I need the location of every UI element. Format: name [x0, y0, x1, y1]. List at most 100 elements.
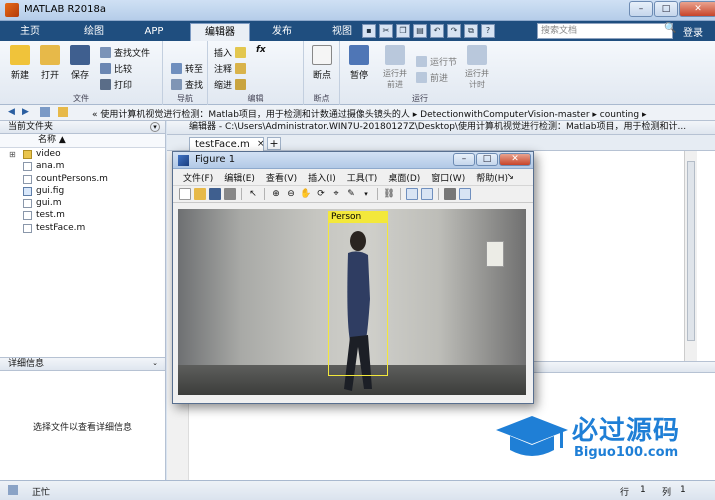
run-and-advance-button[interactable]: 运行并 前进: [380, 45, 410, 90]
fig-file-icon: [23, 186, 32, 196]
find-button[interactable]: 查找: [171, 78, 203, 91]
figure-title-bar[interactable]: Figure 1 – □ ✕: [173, 152, 533, 169]
print-button[interactable]: 打印: [100, 78, 132, 91]
menu-insert[interactable]: 插入(I): [308, 171, 336, 184]
brush-dropdown-icon[interactable]: ▾: [360, 188, 372, 200]
column-header-name[interactable]: 名称 ▲: [0, 134, 165, 148]
print-figure-icon[interactable]: [224, 188, 236, 200]
minimize-button[interactable]: –: [629, 1, 653, 17]
menu-help[interactable]: 帮助(H): [476, 171, 508, 184]
brush-icon[interactable]: ✎: [345, 188, 357, 200]
status-icon: [8, 485, 18, 495]
run-and-time-button[interactable]: 运行并 计时: [462, 45, 492, 90]
list-item[interactable]: testFace.m: [0, 222, 165, 234]
browse-folder-icon[interactable]: [58, 107, 68, 117]
rotate-icon[interactable]: ⟳: [315, 188, 327, 200]
menu-edit[interactable]: 编辑(E): [224, 171, 255, 184]
add-tab-button[interactable]: +: [267, 137, 281, 150]
current-folder-panel: 当前文件夹 ▾ 名称 ▲ ⊞ video ana.m countPersons.m…: [0, 121, 166, 357]
pointer-icon[interactable]: ↖: [247, 188, 259, 200]
pause-button[interactable]: 暂停: [346, 45, 372, 81]
tab-plots[interactable]: 绘图: [70, 23, 118, 41]
tab-view[interactable]: 视图: [316, 23, 368, 41]
status-bar: 正忙 行 1 列 1: [0, 480, 715, 500]
link-plot-icon[interactable]: ⛓: [383, 188, 395, 200]
save-button[interactable]: 保存: [67, 45, 93, 81]
copy-icon[interactable]: ❐: [396, 24, 410, 38]
close-button[interactable]: ✕: [679, 1, 715, 17]
colorbar-icon[interactable]: [406, 188, 418, 200]
menu-file[interactable]: 文件(F): [183, 171, 213, 184]
figure-minimize-button[interactable]: –: [453, 153, 475, 166]
pan-icon[interactable]: ✋: [300, 188, 312, 200]
tab-testface[interactable]: testFace.m ×: [189, 137, 265, 151]
list-item[interactable]: test.m: [0, 209, 165, 221]
close-tab-icon[interactable]: ×: [257, 138, 265, 151]
collapse-icon[interactable]: ⌄: [150, 359, 160, 369]
indent-button[interactable]: 缩进: [214, 78, 247, 91]
run-section-button[interactable]: 运行节: [416, 55, 457, 68]
new-button[interactable]: 新建: [7, 45, 33, 81]
toolbar-separator: [241, 188, 242, 200]
editor-scrollbar[interactable]: [684, 151, 697, 361]
current-folder-path[interactable]: « 使用计算机视觉进行检测：Matlab项目，用于检测和计数通过摄像头镜头的人 …: [92, 107, 646, 120]
maximize-button[interactable]: □: [654, 1, 678, 17]
figure-close-button[interactable]: ✕: [499, 153, 531, 166]
advance-button[interactable]: 前进: [416, 71, 448, 84]
new-figure-icon[interactable]: [179, 188, 191, 200]
toolbar-separator: [400, 188, 401, 200]
list-item[interactable]: ana.m: [0, 160, 165, 172]
goto-button[interactable]: 转至: [171, 62, 203, 75]
tab-apps[interactable]: APP: [130, 23, 178, 41]
back-button[interactable]: ◀: [8, 107, 15, 117]
compare-button[interactable]: 比较: [100, 62, 132, 75]
tab-home[interactable]: 主页: [6, 23, 54, 41]
menu-view[interactable]: 查看(V): [266, 171, 297, 184]
expand-icon[interactable]: ⊞: [9, 149, 16, 161]
up-folder-icon[interactable]: [40, 107, 50, 117]
panel-actions-icon[interactable]: ▾: [150, 122, 160, 132]
dock-icon[interactable]: ↘: [506, 172, 514, 182]
cut-icon[interactable]: ✂: [379, 24, 393, 38]
open-file-icon[interactable]: [194, 188, 206, 200]
data-cursor-icon[interactable]: ⌖: [330, 188, 342, 200]
list-item[interactable]: ⊞ video: [0, 148, 165, 160]
breakpoint-button[interactable]: 断点: [309, 45, 335, 81]
scrollbar-thumb[interactable]: [687, 161, 695, 341]
open-button[interactable]: 打开: [37, 45, 63, 81]
ribbon-section-navigate: 转至 查找 导航: [163, 41, 208, 105]
show-tools-icon[interactable]: [459, 188, 471, 200]
search-input[interactable]: 搜索文档: [537, 23, 673, 39]
figure-toolbar: ↖ ⊕ ⊖ ✋ ⟳ ⌖ ✎ ▾ ⛓: [173, 185, 533, 203]
hide-tools-icon[interactable]: [444, 188, 456, 200]
list-item[interactable]: countPersons.m: [0, 173, 165, 185]
list-item[interactable]: gui.m: [0, 197, 165, 209]
zoom-out-icon[interactable]: ⊖: [285, 188, 297, 200]
forward-button[interactable]: ▶: [22, 107, 29, 117]
zoom-in-icon[interactable]: ⊕: [270, 188, 282, 200]
undo-icon[interactable]: ↶: [430, 24, 444, 38]
switch-window-icon[interactable]: ⧉: [464, 24, 478, 38]
figure-axes-image[interactable]: Person: [178, 209, 526, 395]
redo-icon[interactable]: ↷: [447, 24, 461, 38]
paste-icon[interactable]: ▤: [413, 24, 427, 38]
find-files-button[interactable]: 查找文件: [100, 46, 150, 59]
list-item[interactable]: gui.fig: [0, 185, 165, 197]
tab-publish[interactable]: 发布: [256, 23, 308, 41]
search-icon[interactable]: 🔍: [664, 23, 676, 34]
figure-maximize-button[interactable]: □: [476, 153, 498, 166]
legend-icon[interactable]: [421, 188, 433, 200]
insert-button[interactable]: 插入: [214, 46, 247, 59]
indent-icon: [235, 79, 247, 90]
save-icon[interactable]: ▪: [362, 24, 376, 38]
tab-editor[interactable]: 编辑器: [190, 23, 250, 41]
figure-window[interactable]: Figure 1 – □ ✕ 文件(F) 编辑(E) 查看(V) 插入(I) 工…: [172, 151, 534, 404]
menu-window[interactable]: 窗口(W): [431, 171, 465, 184]
menu-desktop[interactable]: 桌面(D): [388, 171, 420, 184]
login-link[interactable]: 登录: [683, 24, 703, 39]
comment-button[interactable]: 注释: [214, 62, 247, 75]
help-icon[interactable]: ?: [481, 24, 495, 38]
insert-function-button[interactable]: fx: [256, 45, 266, 55]
save-figure-icon[interactable]: [209, 188, 221, 200]
menu-tools[interactable]: 工具(T): [347, 171, 378, 184]
